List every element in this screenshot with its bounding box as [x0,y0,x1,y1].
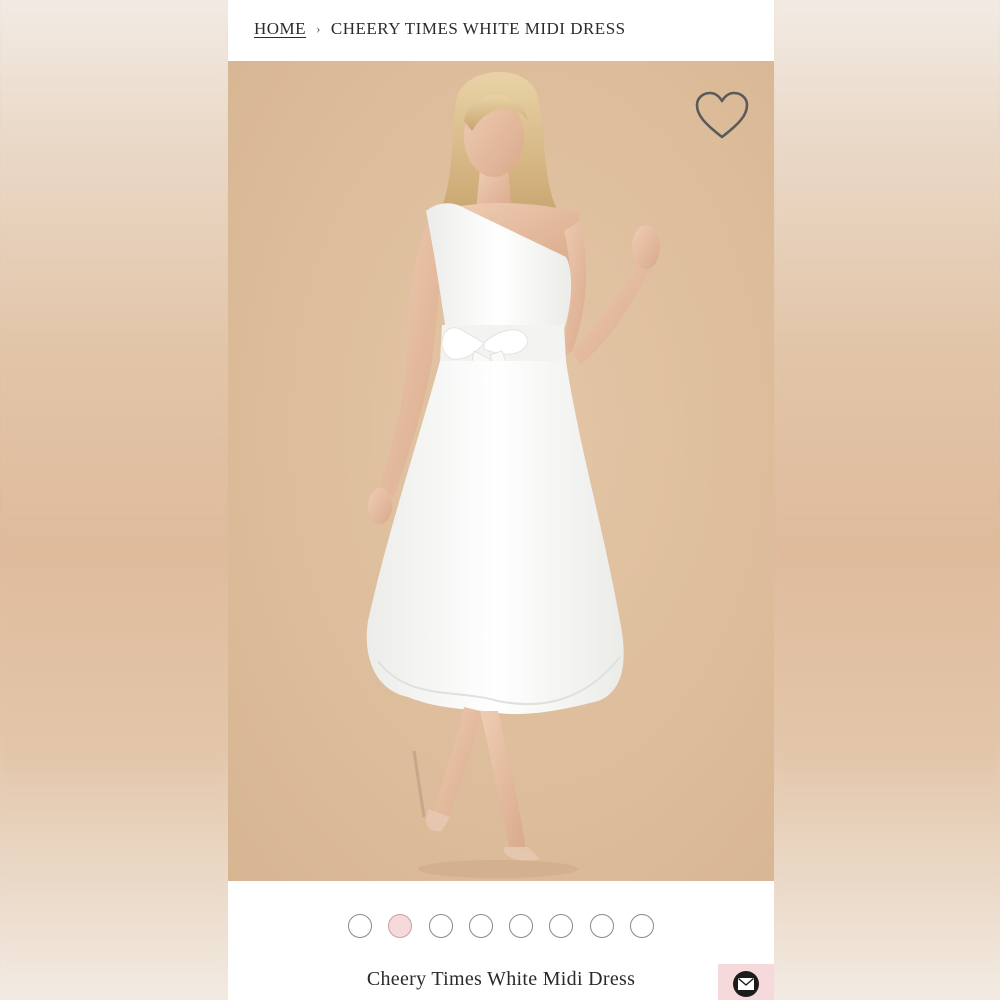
wishlist-heart-icon[interactable] [694,91,750,141]
gallery-dot-5[interactable] [509,914,534,938]
gallery-dot-4[interactable] [468,914,493,938]
product-title: Cheery Times White Midi Dress [366,968,636,990]
gallery-dot-7[interactable] [589,914,614,938]
gallery-dot-3[interactable] [428,914,453,938]
blurred-background-left [0,0,228,1000]
gallery-dot-6[interactable] [549,914,574,938]
product-page: HOME › CHEERY TIMES WHITE MIDI DRESS Che… [228,0,774,1000]
chat-button[interactable] [718,964,774,1000]
gallery-pagination [348,914,654,942]
blurred-background-right [774,0,1000,1000]
gallery-dot-8[interactable] [629,914,654,938]
product-image[interactable] [228,61,774,881]
gallery-dot-1[interactable] [348,914,372,938]
breadcrumb: HOME › CHEERY TIMES WHITE MIDI DRESS [254,16,626,42]
breadcrumb-current: CHEERY TIMES WHITE MIDI DRESS [330,19,626,38]
envelope-icon [733,971,759,997]
breadcrumb-home-link[interactable]: HOME [254,19,306,39]
breadcrumb-separator: › [316,21,321,36]
gallery-dot-2[interactable] [388,914,413,938]
model-photo [366,71,660,878]
